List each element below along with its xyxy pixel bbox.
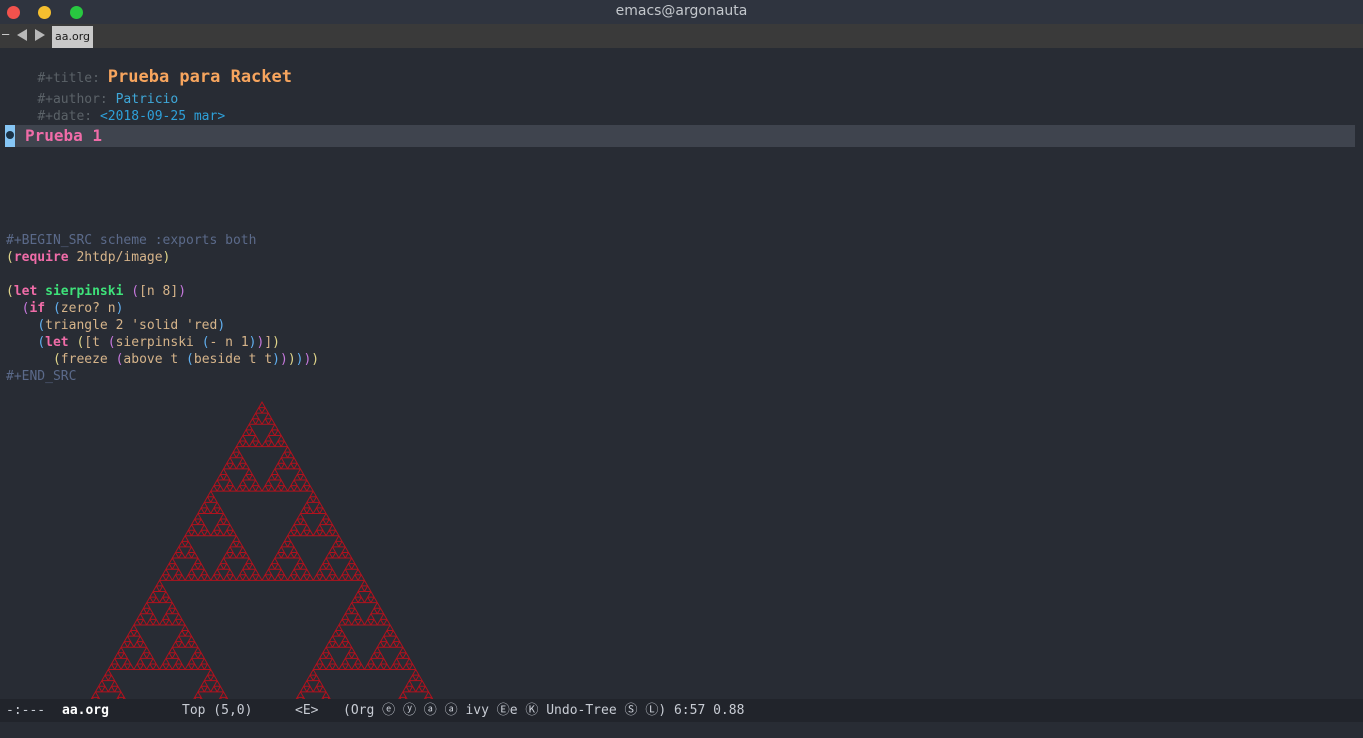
scroll-right-icon[interactable] — [35, 29, 45, 41]
mode-line: -:--- aa.org Top (5,0) <E> (Org ⓔ ⓨ ⓐ ⓐ … — [0, 699, 1363, 722]
minor-modes[interactable]: (Org ⓔ ⓨ ⓐ ⓐ ivy Ⓔe Ⓚ Undo-Tree Ⓢ Ⓛ) 6:5… — [343, 699, 744, 722]
cursor-position: Top (5,0) — [182, 703, 253, 718]
heading-text: Prueba 1 — [25, 126, 103, 145]
tab-aa-org[interactable]: aa.org — [52, 26, 93, 48]
echo-area — [0, 722, 1363, 738]
window-title: emacs@argonauta — [615, 3, 748, 19]
code-if: (if (zero? n) — [21, 301, 124, 316]
window-titlebar: emacs@argonauta — [0, 0, 1363, 24]
code-let2: (let ([t (sierpinski (- n 1))]) — [37, 335, 280, 350]
tab-bar: – aa.org — [0, 24, 1363, 48]
date-keyword: #+date: — [37, 109, 100, 124]
sierpinski-path — [90, 400, 434, 699]
code-require: (require 2htdp/image) — [6, 250, 171, 265]
code-triangle: (triangle 2 'solid 'red) — [37, 318, 226, 333]
code-freeze: (freeze (above t (beside t t)))))) — [52, 352, 320, 367]
org-heading[interactable]: Prueba 1 — [5, 125, 1355, 147]
editor-buffer[interactable]: #+title: Prueba para Racket #+author: Pa… — [0, 48, 1363, 699]
buffer-status: -:--- — [6, 703, 46, 718]
evil-state: <E> — [295, 703, 319, 718]
heading-bullet-icon — [5, 125, 15, 147]
sierpinski-result-image — [90, 400, 434, 699]
src-begin: #+BEGIN_SRC scheme :exports both — [6, 233, 257, 248]
buffer-name[interactable]: aa.org — [62, 699, 109, 722]
tabbar-dash: – — [2, 27, 10, 41]
scroll-left-icon[interactable] — [17, 29, 27, 41]
code-let: (let sierpinski ([n 8]) — [6, 284, 187, 299]
src-end: #+END_SRC — [6, 369, 77, 384]
date-value[interactable]: <2018-09-25 mar> — [100, 109, 225, 124]
